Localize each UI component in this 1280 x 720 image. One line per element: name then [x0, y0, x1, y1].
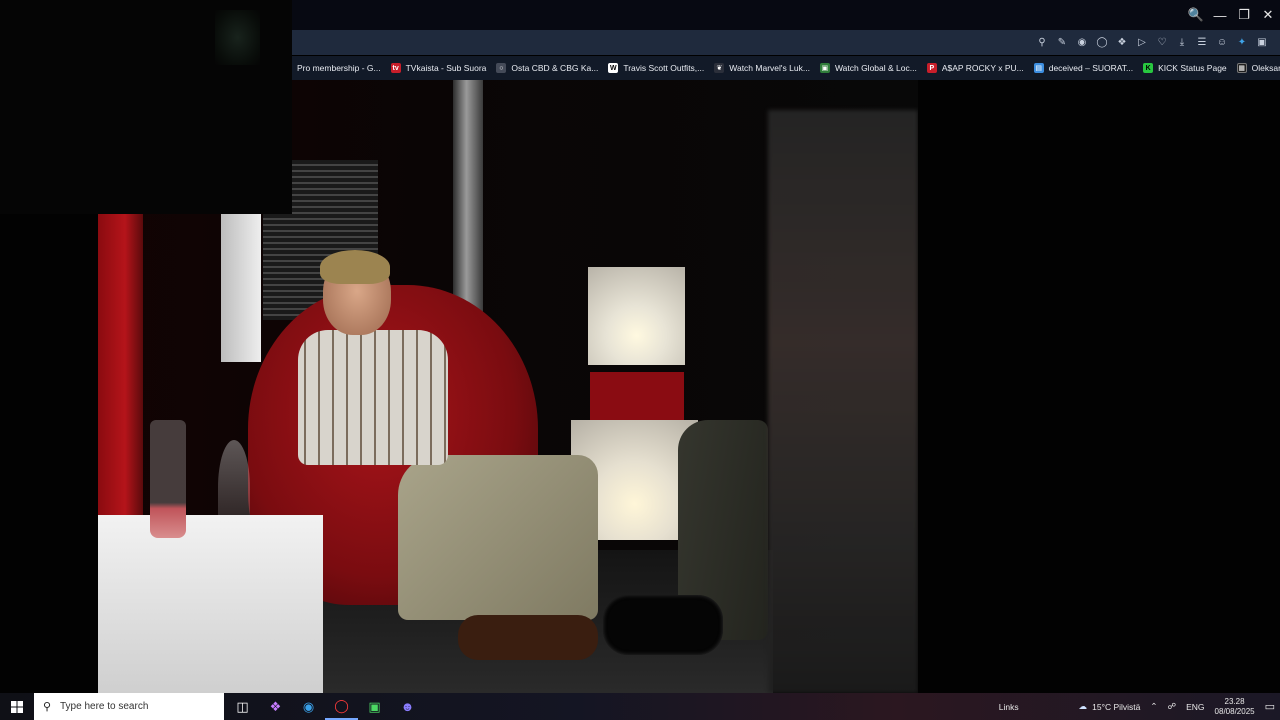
globe-icon: ○	[496, 63, 507, 73]
clock-date: 08/08/2025	[1214, 706, 1255, 716]
bookmark-item[interactable]: W Travis Scott Outfits,...	[603, 56, 709, 80]
clock-time: 23.28	[1224, 696, 1245, 706]
bookmark-label: Watch Marvel's Luk...	[729, 63, 810, 73]
pip-content	[215, 10, 260, 65]
search-icon: ⚲	[42, 701, 52, 713]
shield-icon[interactable]: ◯	[1094, 35, 1110, 51]
bookmark-label: Osta CBD & CBG Ka...	[511, 63, 599, 73]
bookmark-label: Oleksandr Usyk vs D...	[1251, 63, 1280, 73]
red-box	[590, 372, 684, 424]
bookmark-item[interactable]: P A$AP ROCKY x PU...	[922, 56, 1029, 80]
man-hair	[320, 250, 390, 284]
man-trousers	[398, 455, 598, 620]
bookmark-label: TVkaista - Sub Suora	[405, 63, 487, 73]
download-icon[interactable]: ⤓	[1174, 35, 1190, 51]
profile-icon[interactable]: ☺	[1214, 35, 1230, 51]
lamp-box	[588, 267, 685, 365]
suorat-icon: ▤	[1033, 63, 1044, 73]
tv-icon: ▣	[819, 63, 830, 73]
search-placeholder: Type here to search	[60, 701, 149, 712]
chevron-up-icon[interactable]: ⌃	[1145, 701, 1162, 712]
ai-icon[interactable]: ✦	[1234, 35, 1250, 51]
letterbox-right	[918, 80, 1280, 693]
system-tray: Links ☁ 15°C Pilvistä ⌃ ☍ ENG 23.28 08/0…	[994, 693, 1280, 720]
discord-icon[interactable]: ☻	[391, 693, 424, 720]
picture-in-picture-overlay[interactable]	[0, 0, 292, 214]
network-icon[interactable]: ☍	[1163, 701, 1182, 712]
bookmark-item[interactable]: Pro membership - G...	[292, 56, 386, 80]
boxing-icon: ▦	[1236, 63, 1247, 73]
bookmark-item[interactable]: ○ Osta CBD & CBG Ka...	[491, 56, 603, 80]
heart-icon[interactable]: ♡	[1154, 35, 1170, 51]
bookmark-item[interactable]: tv TVkaista - Sub Suora	[386, 56, 492, 80]
browser-toolbar: ⚲ ✎ ◉ ◯ ❖ ▷ ♡ ⤓ ☰ ☺ ✦ ▣	[292, 30, 1280, 55]
search-icon[interactable]: 🔍	[1184, 0, 1208, 30]
language-indicator[interactable]: ENG	[1181, 702, 1209, 712]
copilot-icon[interactable]: ❖	[259, 693, 292, 720]
man-shirt	[298, 330, 448, 465]
man-shoes	[458, 615, 598, 660]
extension-icon[interactable]: ❖	[1114, 35, 1130, 51]
toolbar-icons: ⚲ ✎ ◉ ◯ ❖ ▷ ♡ ⤓ ☰ ☺ ✦ ▣	[1034, 30, 1270, 55]
leaf-icon: ❦	[714, 63, 725, 73]
clock[interactable]: 23.28 08/08/2025	[1210, 697, 1260, 717]
wine-glass	[218, 440, 250, 535]
notification-icon[interactable]: ▭	[1260, 700, 1280, 713]
white-side-table	[98, 515, 323, 693]
windows-icon	[11, 700, 23, 713]
app-icon[interactable]: ▣	[358, 693, 391, 720]
bookmark-label: Pro membership - G...	[297, 63, 381, 73]
bookmark-item[interactable]: ▤ deceived – SUORAT...	[1029, 56, 1138, 80]
puma-icon: P	[926, 63, 937, 73]
zoom-icon[interactable]: ⚲	[1034, 35, 1050, 51]
menu-icon[interactable]: ☰	[1194, 35, 1210, 51]
task-view-icon[interactable]: ◫	[226, 693, 259, 720]
guest-shoes	[603, 595, 723, 655]
minimize-button[interactable]: —	[1208, 0, 1232, 30]
windows-taskbar: ⚲ Type here to search ◫ ❖ ◉ ◯ ▣ ☻ Links …	[0, 693, 1280, 720]
kick-icon: K	[1143, 63, 1154, 73]
bookmark-item[interactable]: ▦ Oleksandr Usyk vs D...	[1232, 56, 1280, 80]
cloud-icon: ☁	[1078, 701, 1088, 711]
carafe	[150, 420, 186, 538]
opera-icon[interactable]: ◯	[325, 693, 358, 720]
taskbar-search[interactable]: ⚲ Type here to search	[34, 693, 224, 720]
start-button[interactable]	[0, 693, 34, 720]
white-panel	[221, 214, 261, 362]
bookmark-item[interactable]: K KICK Status Page	[1138, 56, 1232, 80]
window-controls: 🔍 — ❐ ✕	[1184, 0, 1280, 30]
bookmark-item[interactable]: ❦ Watch Marvel's Luk...	[709, 56, 815, 80]
weather-text[interactable]: 15°C Pilvistä	[1092, 702, 1145, 712]
tvkaista-icon: tv	[390, 63, 401, 73]
edit-icon[interactable]: ✎	[1054, 35, 1070, 51]
edge-icon[interactable]: ◉	[292, 693, 325, 720]
w-icon: W	[608, 63, 619, 73]
bookmark-label: Watch Global & Loc...	[834, 63, 917, 73]
play-icon[interactable]: ▷	[1134, 35, 1150, 51]
bookmark-label: Travis Scott Outfits,...	[623, 63, 705, 73]
bookmark-label: A$AP ROCKY x PU...	[941, 63, 1024, 73]
bookmark-label: KICK Status Page	[1158, 63, 1227, 73]
bookmark-item[interactable]: ▣ Watch Global & Loc...	[815, 56, 922, 80]
restore-button[interactable]: ❐	[1232, 0, 1256, 30]
camera-icon[interactable]: ◉	[1074, 35, 1090, 51]
bookmark-label: deceived – SUORAT...	[1048, 63, 1134, 73]
bookmarks-bar: Pro membership - G... tv TVkaista - Sub S…	[292, 56, 1280, 80]
links-toolbar[interactable]: Links	[994, 702, 1024, 712]
cube-icon[interactable]: ▣	[1254, 35, 1270, 51]
blurred-foreground	[768, 110, 918, 693]
close-button[interactable]: ✕	[1256, 0, 1280, 30]
